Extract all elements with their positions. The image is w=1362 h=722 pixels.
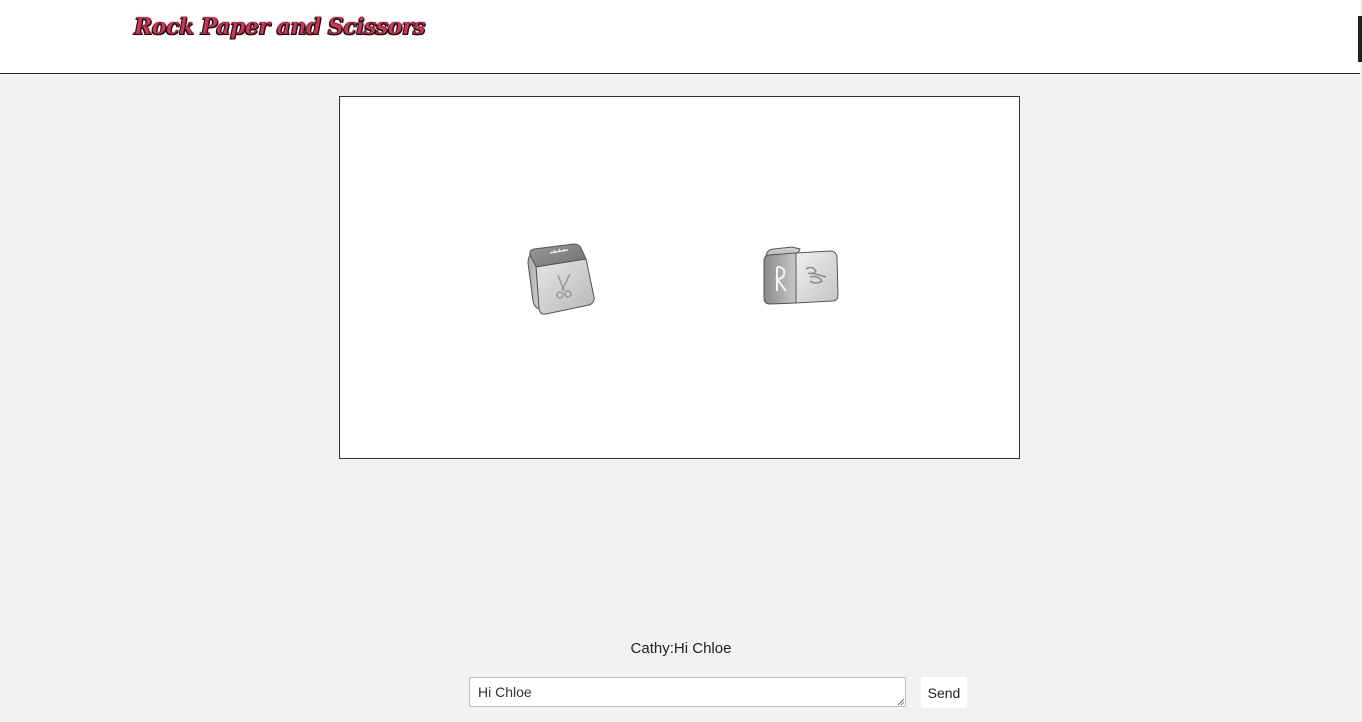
chat-message: Cathy:Hi Chloe	[630, 640, 732, 657]
chat-input[interactable]: Hi Chloe	[469, 677, 906, 707]
left-die	[527, 243, 595, 315]
send-button[interactable]: Send	[921, 677, 967, 708]
right-die	[763, 246, 839, 305]
header-bar: Rock Paper and Scissors	[0, 0, 1362, 74]
resize-grip-icon[interactable]	[896, 697, 905, 706]
game-canvas[interactable]	[339, 96, 1020, 459]
scrollbar-edge	[1358, 16, 1362, 62]
site-logo[interactable]: Rock Paper and Scissors	[134, 14, 426, 41]
